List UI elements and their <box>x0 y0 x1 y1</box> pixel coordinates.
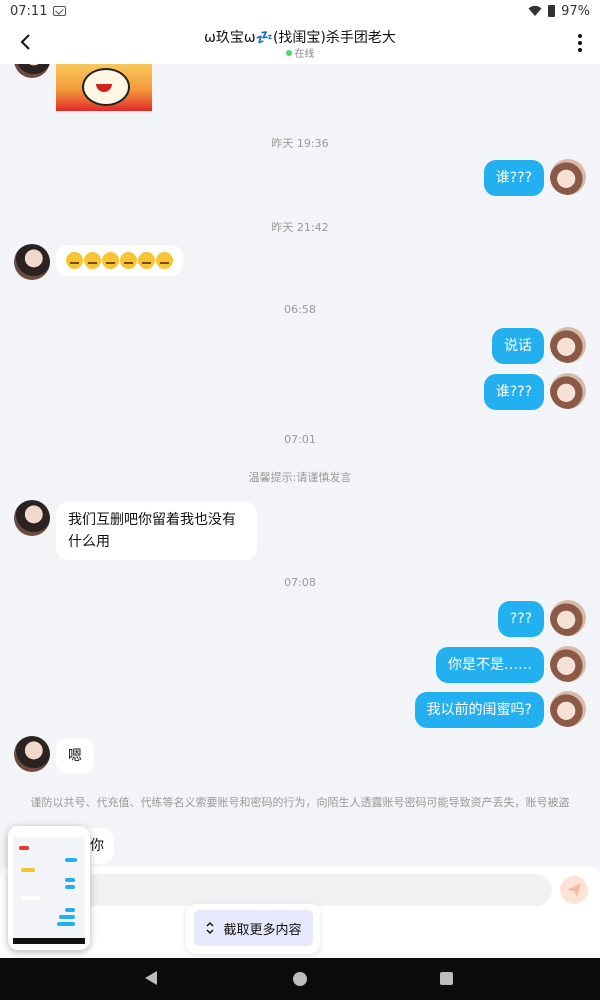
incoming-emoji-message[interactable] <box>56 245 183 276</box>
capture-more-button[interactable]: 截取更多内容 <box>194 910 313 946</box>
system-nav-bar <box>0 958 600 1000</box>
status-bar: 07:11 97% <box>0 0 600 22</box>
thumbnail-bar <box>13 832 85 837</box>
battery-icon <box>548 5 556 17</box>
expand-updown-icon <box>206 922 214 934</box>
status-time: 07:11 <box>10 3 48 19</box>
send-button[interactable] <box>560 876 588 904</box>
thumbnail-line <box>21 868 35 872</box>
thumbnail-line <box>19 846 29 850</box>
outgoing-message[interactable]: 你是不是…… <box>436 647 544 683</box>
message-input[interactable] <box>74 874 552 906</box>
thumbnail-line <box>57 922 75 926</box>
my-avatar[interactable] <box>550 327 586 363</box>
thumbnail-line <box>65 858 77 862</box>
persevering-face-icon <box>120 252 137 269</box>
my-avatar[interactable] <box>550 600 586 636</box>
nav-recents-icon[interactable] <box>440 972 453 985</box>
timestamp: 昨天 19:36 <box>271 137 329 150</box>
nav-home-icon[interactable] <box>293 972 307 986</box>
contact-avatar[interactable] <box>14 244 50 280</box>
more-options-icon[interactable] <box>572 31 588 55</box>
chat-title: ω玖宝ω💤(找闺宝)杀手团老大 <box>204 30 396 46</box>
timestamp: 07:08 <box>284 576 316 589</box>
thumbnail-preview <box>13 832 85 944</box>
my-avatar[interactable] <box>550 159 586 195</box>
sticker-image[interactable] <box>56 64 152 111</box>
outgoing-message[interactable]: ??? <box>497 601 544 637</box>
thumbnail-navbar <box>13 938 85 944</box>
capture-more-label: 截取更多内容 <box>223 922 302 938</box>
thumbnail-line <box>59 915 75 919</box>
timestamp: 07:01 <box>284 433 316 446</box>
contact-avatar[interactable] <box>14 64 50 78</box>
chat-messages-area[interactable]: 昨天 19:36 谁??? 昨天 21:42 06:58 说话 谁??? 07:… <box>0 64 600 876</box>
outgoing-message[interactable]: 谁??? <box>483 160 544 196</box>
timestamp: 昨天 21:42 <box>271 221 329 234</box>
online-status: 在线 <box>0 45 600 60</box>
persevering-face-icon <box>138 252 155 269</box>
outgoing-message[interactable]: 说话 <box>492 328 544 364</box>
incoming-message[interactable]: 嗯 <box>56 738 94 774</box>
status-right: 97% <box>528 4 590 19</box>
send-icon <box>567 883 581 897</box>
incoming-message[interactable]: 我们互删吧你留着我也没有什么用 <box>56 502 257 560</box>
wifi-icon <box>528 5 542 16</box>
contact-avatar[interactable] <box>14 736 50 772</box>
mail-notification-icon <box>53 6 67 16</box>
my-avatar[interactable] <box>550 691 586 727</box>
thumbnail-line <box>65 885 75 889</box>
thumbnail-line <box>65 878 75 882</box>
contact-avatar[interactable] <box>14 500 50 536</box>
my-avatar[interactable] <box>550 373 586 409</box>
persevering-face-icon <box>156 252 173 269</box>
chat-header: ω玖宝ω💤(找闺宝)杀手团老大 在线 <box>0 22 600 64</box>
online-dot-icon <box>285 50 292 56</box>
thumbnail-line <box>65 908 75 912</box>
nav-back-icon[interactable] <box>145 971 157 985</box>
warning-tip: 温馨提示:请谨慎发言 <box>248 471 352 484</box>
timestamp: 06:58 <box>284 303 316 316</box>
outgoing-message[interactable]: 我以前的闺蜜吗? <box>414 692 544 728</box>
persevering-face-icon <box>102 252 119 269</box>
security-notice: 谨防以共号、代充值、代练等名义索要账号和密码的行为，向陌生人透露账号密码可能导致… <box>30 796 570 809</box>
thumbnail-line <box>21 896 41 900</box>
my-avatar[interactable] <box>550 646 586 682</box>
persevering-face-icon <box>66 252 83 269</box>
outgoing-message[interactable]: 谁??? <box>483 374 544 410</box>
persevering-face-icon <box>84 252 101 269</box>
battery-level: 97% <box>561 3 590 19</box>
screenshot-thumbnail[interactable] <box>8 826 90 950</box>
emoji-row <box>66 252 173 269</box>
online-status-label: 在线 <box>294 49 315 60</box>
